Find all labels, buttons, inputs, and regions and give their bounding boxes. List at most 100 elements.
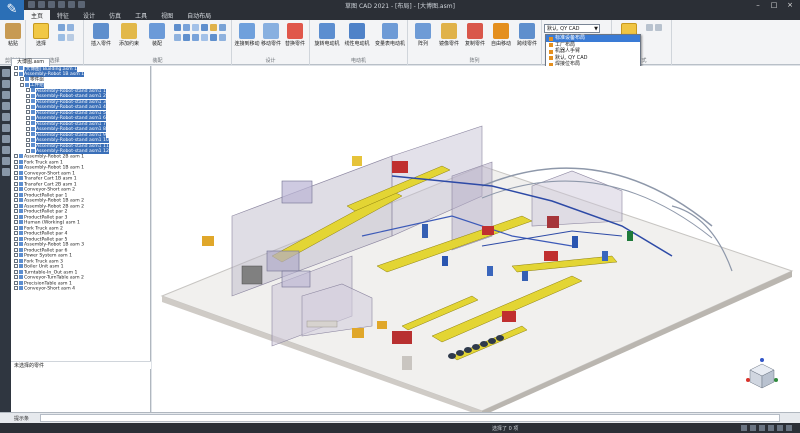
visibility-checkbox[interactable] xyxy=(26,99,30,103)
minimize-icon[interactable]: – xyxy=(750,0,766,10)
move-part-button[interactable]: 移动零件 xyxy=(258,23,284,47)
select-button[interactable]: 选择 xyxy=(28,23,54,47)
visibility-checkbox[interactable] xyxy=(14,66,18,70)
tab-tools[interactable]: 工具 xyxy=(128,10,154,20)
command-input[interactable] xyxy=(40,414,780,422)
lock-icon[interactable] xyxy=(219,34,226,41)
mirror-icon[interactable] xyxy=(183,24,190,31)
visibility-checkbox[interactable] xyxy=(14,165,18,169)
visibility-checkbox[interactable] xyxy=(14,247,18,252)
select-box-icon[interactable] xyxy=(58,24,65,31)
layout-combo[interactable]: 默认, QY CAD ▼ xyxy=(544,24,600,33)
visibility-checkbox[interactable] xyxy=(14,275,18,279)
distance-icon[interactable] xyxy=(174,34,181,41)
application-menu-button[interactable]: ✎ xyxy=(0,0,24,20)
visibility-checkbox[interactable] xyxy=(26,143,30,147)
select-filter-icon[interactable] xyxy=(58,34,65,41)
visibility-checkbox[interactable] xyxy=(14,225,18,230)
tab-home[interactable]: 主页 xyxy=(24,10,51,20)
tree-icon[interactable] xyxy=(1,69,10,77)
attach-move-button[interactable]: 连接到移动 xyxy=(234,23,260,47)
visibility-checkbox[interactable] xyxy=(26,148,30,153)
linear-motor-button[interactable]: 线性电动机 xyxy=(344,23,370,47)
visibility-checkbox[interactable] xyxy=(14,209,18,213)
visibility-checkbox[interactable] xyxy=(26,88,30,92)
rotary-motor-button[interactable]: 旋转电动机 xyxy=(314,23,340,47)
tab-auto-layout[interactable]: 自动布局 xyxy=(180,10,218,20)
visibility-checkbox[interactable] xyxy=(14,242,18,246)
move-icon[interactable] xyxy=(210,24,217,31)
snap-icon[interactable] xyxy=(219,24,226,31)
light-icon[interactable] xyxy=(1,135,10,143)
zoom-icon[interactable] xyxy=(741,425,747,431)
document-tab[interactable]: 大博图.asm xyxy=(11,58,51,66)
tab-view[interactable]: 视图 xyxy=(154,10,180,20)
visibility-checkbox[interactable] xyxy=(14,253,18,257)
camera-icon[interactable] xyxy=(1,124,10,132)
visibility-checkbox[interactable] xyxy=(26,121,30,125)
span-part-button[interactable]: 跨线零件 xyxy=(514,23,540,47)
tab-design[interactable]: 设计 xyxy=(76,10,102,20)
visibility-checkbox[interactable] xyxy=(14,170,18,175)
tree-row[interactable]: Conveyor-Short asm 4 xyxy=(11,286,150,292)
library-icon[interactable] xyxy=(1,113,10,121)
visibility-checkbox[interactable] xyxy=(26,110,30,114)
hand-icon[interactable] xyxy=(655,24,662,31)
pattern-button[interactable]: 阵列 xyxy=(410,23,436,47)
visibility-checkbox[interactable] xyxy=(26,115,30,120)
visibility-checkbox[interactable] xyxy=(26,132,30,136)
visibility-checkbox[interactable] xyxy=(26,93,30,98)
visibility-checkbox[interactable] xyxy=(14,181,18,186)
visibility-checkbox[interactable] xyxy=(26,126,30,131)
angle-icon[interactable] xyxy=(183,34,190,41)
paste-button[interactable]: 粘贴 xyxy=(0,23,26,47)
visibility-checkbox[interactable] xyxy=(14,159,18,164)
visibility-checkbox[interactable] xyxy=(14,236,18,241)
insert-part-button[interactable]: 插入零件 xyxy=(88,23,114,47)
visibility-checkbox[interactable] xyxy=(14,192,18,197)
coaxial-icon[interactable] xyxy=(201,34,208,41)
assembly-button[interactable]: 装配 xyxy=(144,23,170,47)
free-move-button[interactable]: 自由移动 xyxy=(488,23,514,47)
visibility-checkbox[interactable] xyxy=(14,286,18,290)
select-all-icon[interactable] xyxy=(67,34,74,41)
pan-icon[interactable] xyxy=(750,425,756,431)
visibility-checkbox[interactable] xyxy=(14,280,18,285)
maximize-icon[interactable]: □ xyxy=(766,0,782,10)
visibility-checkbox[interactable] xyxy=(26,104,30,109)
visibility-checkbox[interactable] xyxy=(14,154,18,158)
wrench-icon[interactable] xyxy=(1,157,10,165)
rotate-icon[interactable] xyxy=(201,24,208,31)
visibility-checkbox[interactable] xyxy=(14,71,18,76)
align-icon[interactable] xyxy=(192,24,199,31)
tangent-icon[interactable] xyxy=(192,34,199,41)
3d-viewport[interactable] xyxy=(152,66,800,412)
robot-arm-icon[interactable] xyxy=(646,24,653,31)
visibility-checkbox[interactable] xyxy=(14,187,18,191)
visibility-checkbox[interactable] xyxy=(14,220,18,224)
add-constraint-button[interactable]: 添加约束 xyxy=(116,23,142,47)
search-icon[interactable] xyxy=(1,102,10,110)
variable-motor-button[interactable]: 变量表电动机 xyxy=(374,23,406,47)
visibility-checkbox[interactable] xyxy=(14,231,18,235)
visibility-checkbox[interactable] xyxy=(20,77,24,81)
layers-icon[interactable] xyxy=(1,80,10,88)
visibility-checkbox[interactable] xyxy=(14,258,18,263)
close-icon[interactable]: × xyxy=(782,0,798,10)
tab-features[interactable]: 特征 xyxy=(50,10,76,20)
render-icon[interactable] xyxy=(777,425,783,431)
pattern-icon[interactable] xyxy=(174,24,181,31)
visibility-checkbox[interactable] xyxy=(14,214,18,219)
visibility-checkbox[interactable] xyxy=(14,198,18,202)
visibility-checkbox[interactable] xyxy=(14,176,18,180)
visibility-checkbox[interactable] xyxy=(14,203,18,208)
view-cube[interactable] xyxy=(746,358,778,389)
fix-icon[interactable] xyxy=(210,34,217,41)
visibility-checkbox[interactable] xyxy=(20,82,24,87)
mirror-part-button[interactable]: 镜像零件 xyxy=(436,23,462,47)
replace-part-button[interactable]: 替换零件 xyxy=(282,23,308,47)
copy-part-button[interactable]: 复制零件 xyxy=(462,23,488,47)
help-icon[interactable] xyxy=(786,425,792,431)
tab-simulation[interactable]: 仿真 xyxy=(102,10,128,20)
visibility-checkbox[interactable] xyxy=(26,137,30,142)
